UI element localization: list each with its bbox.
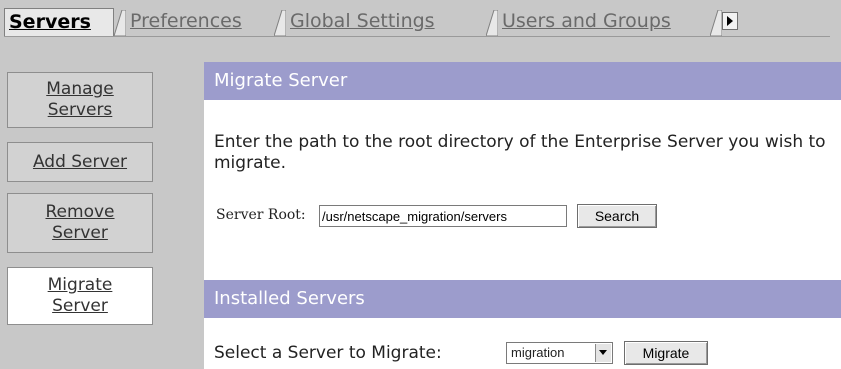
- tab-separator: [114, 10, 126, 36]
- nav-label: Add Server: [32, 151, 128, 172]
- tab-separator: [710, 10, 722, 36]
- tab-global-settings[interactable]: Global Settings: [286, 8, 486, 36]
- tab-servers[interactable]: Servers: [4, 8, 114, 36]
- tab-bar: Servers Preferences Global Settings User…: [0, 0, 841, 40]
- nav-migrate-server[interactable]: Migrate Server: [7, 267, 153, 325]
- server-select[interactable]: migration: [506, 342, 613, 364]
- select-server-label: Select a Server to Migrate:: [214, 343, 442, 363]
- nav-label: Servers: [47, 100, 113, 120]
- chevron-down-icon: [595, 344, 611, 362]
- nav-label: Server: [52, 296, 108, 316]
- more-tabs-button[interactable]: [722, 12, 738, 30]
- nav-remove-server[interactable]: Remove Server: [7, 193, 153, 253]
- intro-text: Enter the path to the root directory of …: [214, 132, 826, 173]
- tab-strip: Servers Preferences Global Settings User…: [4, 8, 830, 37]
- tab-separator: [274, 10, 286, 36]
- server-root-input[interactable]: [319, 205, 567, 227]
- nav-label: Remove: [45, 202, 115, 222]
- section-title-migrate: Migrate Server: [204, 62, 841, 100]
- nav-label: Server: [52, 223, 108, 243]
- nav-add-server[interactable]: Add Server: [7, 142, 153, 182]
- left-nav: Manage Servers Add Server Remove Server …: [0, 40, 192, 369]
- server-select-value: migration: [511, 345, 565, 360]
- nav-label: Migrate: [47, 275, 113, 295]
- server-root-label: Server Root:: [216, 207, 306, 223]
- nav-label: Manage: [46, 79, 114, 99]
- tab-separator: [486, 10, 498, 36]
- arrow-right-icon: [727, 16, 733, 26]
- tab-users-and-groups[interactable]: Users and Groups: [498, 8, 714, 36]
- search-button[interactable]: Search: [577, 204, 657, 228]
- migrate-button[interactable]: Migrate: [624, 341, 708, 365]
- tab-preferences[interactable]: Preferences: [126, 8, 274, 36]
- section-title-installed: Installed Servers: [204, 280, 841, 318]
- nav-manage-servers[interactable]: Manage Servers: [7, 72, 153, 128]
